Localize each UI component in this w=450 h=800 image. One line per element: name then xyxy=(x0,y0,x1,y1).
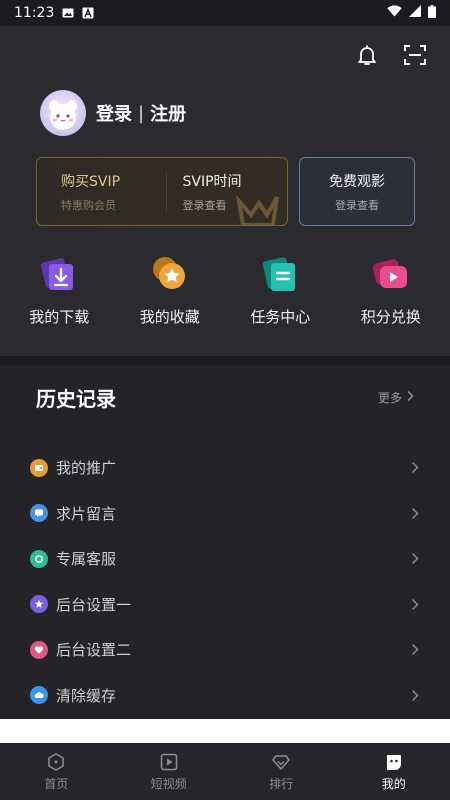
login-link[interactable]: 登录 xyxy=(96,100,132,126)
menu-item-label: 专属客服 xyxy=(56,550,117,569)
top-actions xyxy=(354,42,428,68)
tab-ranking-label: 排行 xyxy=(269,776,294,791)
quick-action-tasks-label: 任务中心 xyxy=(250,308,311,326)
quick-action-exchange[interactable]: 积分兑换 xyxy=(343,252,439,327)
free-watch-subtitle: 登录查看 xyxy=(335,198,379,212)
tab-short-video-label: 短视频 xyxy=(150,776,187,791)
signal-icon xyxy=(409,5,421,21)
cloud-icon xyxy=(30,686,48,705)
quick-action-download[interactable]: 我的下载 xyxy=(11,252,107,327)
chevron-right-icon xyxy=(406,390,414,405)
buy-svip-title: 购买SVIP xyxy=(61,173,121,190)
avatar[interactable] xyxy=(40,90,86,136)
menu-item-request[interactable]: 求片留言 xyxy=(30,491,420,537)
free-watch-title: 免费观影 xyxy=(329,173,385,190)
quick-action-tasks[interactable]: 任务中心 xyxy=(232,252,328,327)
tab-home-label: 首页 xyxy=(44,776,69,791)
menu-item-label: 后台设置一 xyxy=(56,595,132,614)
svip-card[interactable]: 购买SVIP 特惠购会员 SVIP时间 登录查看 xyxy=(36,157,288,226)
tab-short-video[interactable]: 短视频 xyxy=(113,743,226,800)
menu-item-setting-one[interactable]: 后台设置一 xyxy=(30,582,420,628)
quick-actions: 我的下载 我的收藏 任务中心 积分兑换 xyxy=(0,252,450,327)
home-icon xyxy=(46,752,66,772)
menu-item-setting-two[interactable]: 后台设置二 xyxy=(30,627,420,673)
quick-action-favorites-label: 我的收藏 xyxy=(139,308,200,326)
download-icon xyxy=(37,252,81,296)
bottom-nav: 首页 短视频 排行 我的 xyxy=(0,743,450,800)
wifi-icon xyxy=(387,5,402,21)
menu-item-label: 我的推广 xyxy=(56,459,117,478)
quick-action-favorites[interactable]: 我的收藏 xyxy=(122,252,218,327)
chevron-right-icon xyxy=(410,506,420,520)
tab-mine-label: 我的 xyxy=(381,776,406,791)
message-icon xyxy=(30,504,48,523)
tab-ranking[interactable]: 排行 xyxy=(225,743,338,800)
header-panel: 登录 | 注册 购买SVIP 特惠购会员 SVIP时间 登录查看 免费观影 登录… xyxy=(0,26,450,356)
exchange-icon xyxy=(369,252,413,296)
star-icon xyxy=(30,595,48,614)
notification-bell-icon[interactable] xyxy=(354,42,380,68)
buy-svip-subtitle: 特惠购会员 xyxy=(61,198,116,212)
free-watch-card[interactable]: 免费观影 登录查看 xyxy=(299,157,415,226)
main-panel: 历史记录 更多 我的推广 求片留言 专属客服 后台设置一 后台设置二 清除缓存 xyxy=(0,365,450,719)
menu-item-label: 求片留言 xyxy=(56,504,117,523)
chevron-right-icon xyxy=(410,643,420,657)
content-divider xyxy=(0,719,450,743)
mine-icon xyxy=(384,752,404,772)
history-more-label: 更多 xyxy=(377,391,402,405)
history-title: 历史记录 xyxy=(36,387,116,411)
service-icon xyxy=(30,549,48,568)
play-icon xyxy=(159,752,179,772)
a-notification-icon xyxy=(82,7,94,19)
diamond-icon xyxy=(271,752,291,772)
menu-item-promote[interactable]: 我的推广 xyxy=(30,445,420,491)
star-icon xyxy=(148,252,192,296)
status-bar: 11:23 xyxy=(0,0,450,26)
promote-icon xyxy=(30,458,48,477)
menu-item-label: 清除缓存 xyxy=(56,686,117,705)
tab-home[interactable]: 首页 xyxy=(0,743,113,800)
chevron-right-icon xyxy=(410,461,420,475)
image-notification-icon xyxy=(62,7,74,19)
menu-item-label: 后台设置二 xyxy=(56,641,132,660)
tab-mine[interactable]: 我的 xyxy=(338,743,450,800)
chevron-right-icon xyxy=(410,688,420,702)
scan-icon[interactable] xyxy=(402,42,428,68)
history-header: 历史记录 更多 xyxy=(36,383,414,412)
battery-icon xyxy=(428,4,436,22)
status-time: 11:23 xyxy=(14,5,55,21)
menu-item-service[interactable]: 专属客服 xyxy=(30,536,420,582)
task-icon xyxy=(258,252,302,296)
history-more-link[interactable]: 更多 xyxy=(378,389,414,406)
chevron-right-icon xyxy=(410,552,420,566)
register-link[interactable]: 注册 xyxy=(150,100,186,126)
buy-svip[interactable]: 购买SVIP 特惠购会员 xyxy=(37,171,166,213)
login-separator: | xyxy=(138,102,145,124)
crown-decoration-icon xyxy=(235,185,281,225)
chevron-right-icon xyxy=(410,597,420,611)
quick-action-exchange-label: 积分兑换 xyxy=(360,308,421,326)
menu-item-clear-cache[interactable]: 清除缓存 xyxy=(30,673,420,719)
heart-icon xyxy=(30,640,48,659)
menu-list: 我的推广 求片留言 专属客服 后台设置一 后台设置二 清除缓存 xyxy=(30,445,420,718)
quick-action-download-label: 我的下载 xyxy=(29,308,90,326)
profile-section[interactable]: 登录 | 注册 xyxy=(40,90,186,136)
